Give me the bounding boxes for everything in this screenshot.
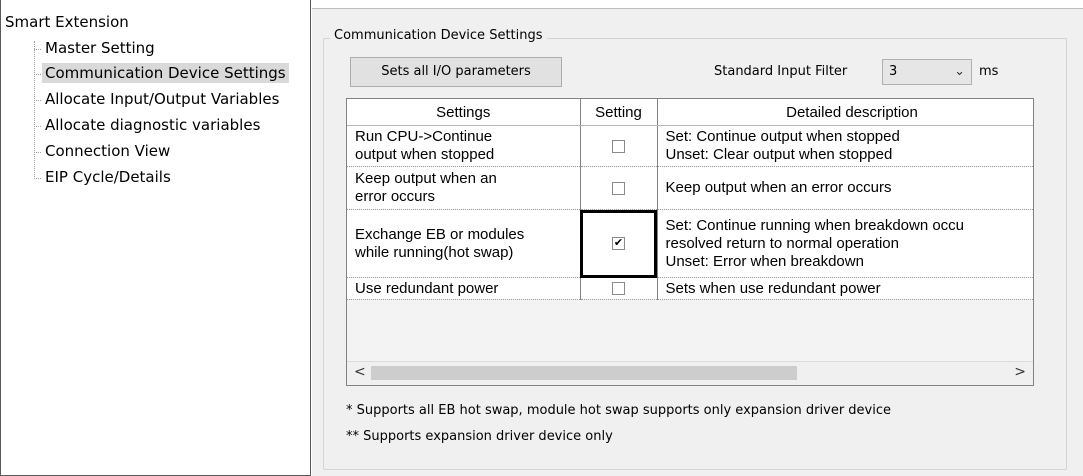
setting-checkbox-cell bbox=[580, 277, 658, 300]
tree-item-label: Allocate Input/Output Variables bbox=[45, 90, 280, 108]
tree-item-label: EIP Cycle/Details bbox=[45, 168, 171, 186]
tree-item-allocate-io-variables[interactable]: Allocate Input/Output Variables bbox=[34, 88, 310, 110]
column-header-detailed-description[interactable]: Detailed description bbox=[657, 99, 1033, 126]
setting-name-cell: Run CPU->Continue output when stopped bbox=[347, 125, 581, 167]
tree-branch-line bbox=[34, 178, 41, 179]
horizontal-scrollbar[interactable]: < > bbox=[347, 361, 1033, 385]
tree-item-eip-cycle-details[interactable]: EIP Cycle/Details bbox=[34, 166, 310, 188]
checkbox-keep-output-on-error[interactable] bbox=[612, 181, 625, 195]
footnote-expansion-driver: ** Supports expansion driver device only bbox=[346, 429, 613, 444]
description-cell: Set: Continue output when stopped Unset: … bbox=[657, 125, 1033, 167]
scroll-left-arrow-icon[interactable]: < bbox=[354, 364, 366, 380]
tree-item-master-setting[interactable]: Master Setting bbox=[34, 37, 310, 59]
tree-branch-line bbox=[34, 74, 41, 75]
tree-item-label: Connection View bbox=[45, 142, 171, 160]
table-row: Run CPU->Continue output when stopped Set… bbox=[347, 125, 1033, 167]
description-line: Sets when use redundant power bbox=[665, 279, 881, 297]
standard-input-filter-label: Standard Input Filter bbox=[714, 64, 848, 79]
setting-name-line: Keep output when an bbox=[355, 170, 497, 187]
footnote-hot-swap: * Supports all EB hot swap, module hot s… bbox=[346, 403, 892, 418]
group-title: Communication Device Settings bbox=[330, 28, 547, 44]
scroll-right-arrow-icon[interactable]: > bbox=[1014, 364, 1026, 380]
column-header-settings[interactable]: Settings bbox=[347, 99, 581, 126]
tree-item-allocate-diagnostic-variables[interactable]: Allocate diagnostic variables bbox=[34, 114, 310, 136]
description-line: Unset: Error when breakdown bbox=[665, 252, 864, 270]
setting-name-cell: Keep output when an error occurs bbox=[347, 166, 581, 210]
description-line: Set: Continue running when breakdown occ… bbox=[665, 216, 965, 234]
tree-item-label: Communication Device Settings bbox=[42, 63, 289, 83]
checkbox-redundant-power[interactable] bbox=[612, 282, 625, 296]
checkbox-hot-swap[interactable]: ✔ bbox=[612, 237, 625, 251]
settings-table: Settings Setting Detailed description Ru… bbox=[347, 99, 1033, 300]
setting-checkbox-cell bbox=[580, 166, 658, 210]
tree-item-label: Master Setting bbox=[45, 39, 155, 57]
tree-item-label: Allocate diagnostic variables bbox=[45, 116, 261, 134]
setting-name-cell: Exchange EB or modules while running(hot … bbox=[347, 209, 581, 278]
table-row: Exchange EB or modules while running(hot … bbox=[347, 209, 1033, 278]
setting-name-line: Use redundant power bbox=[355, 279, 499, 297]
setting-name-line: Run CPU->Continue bbox=[355, 128, 493, 145]
setting-name-line: Exchange EB or modules bbox=[355, 225, 525, 243]
tree-branch-line bbox=[34, 126, 41, 127]
description-cell: Set: Continue running when breakdown occ… bbox=[657, 209, 1033, 278]
chevron-down-icon[interactable]: ⌄ bbox=[954, 63, 965, 81]
description-line: Set: Continue output when stopped bbox=[665, 128, 900, 145]
tree-root-smart-extension[interactable]: Smart Extension bbox=[5, 13, 129, 31]
setting-name-cell: Use redundant power bbox=[347, 277, 581, 300]
column-header-setting[interactable]: Setting bbox=[580, 99, 658, 126]
table-row: Keep output when an error occurs Keep out… bbox=[347, 166, 1033, 210]
filter-unit-label: ms bbox=[979, 64, 999, 79]
scrollbar-thumb[interactable] bbox=[371, 366, 797, 380]
settings-panel: Communication Device Settings Sets all I… bbox=[312, 0, 1083, 476]
tree-branch-line bbox=[34, 49, 41, 50]
setting-name-line: error occurs bbox=[355, 188, 436, 205]
description-line: Keep output when an error occurs bbox=[665, 179, 892, 196]
description-line: resolved return to normal operation bbox=[665, 234, 899, 252]
description-cell: Sets when use redundant power bbox=[657, 277, 1033, 300]
filter-selected-value: 3 bbox=[889, 64, 898, 79]
tree-panel: Smart Extension Master Setting Communica… bbox=[0, 0, 311, 476]
table-row: Use redundant power Sets when use redund… bbox=[347, 277, 1033, 300]
setting-checkbox-cell bbox=[580, 125, 658, 167]
setting-name-line: while running(hot swap) bbox=[355, 243, 514, 261]
tree-item-communication-device-settings[interactable]: Communication Device Settings bbox=[34, 62, 310, 84]
tree-branch-line bbox=[34, 100, 41, 101]
setting-name-line: output when stopped bbox=[355, 146, 495, 163]
standard-input-filter-select[interactable]: 3 ⌄ bbox=[882, 59, 972, 85]
tree-branch-line bbox=[34, 152, 41, 153]
setting-checkbox-cell-focused: ✔ bbox=[580, 209, 658, 278]
settings-grid: Settings Setting Detailed description Ru… bbox=[346, 98, 1034, 386]
checkbox-run-cpu-continue[interactable] bbox=[612, 139, 625, 153]
set-all-io-parameters-button[interactable]: Sets all I/O parameters bbox=[350, 57, 562, 87]
description-cell: Keep output when an error occurs bbox=[657, 166, 1033, 210]
description-line: Unset: Clear output when stopped bbox=[665, 146, 893, 163]
panel-top-strip bbox=[312, 0, 1083, 9]
table-header-row: Settings Setting Detailed description bbox=[347, 99, 1033, 126]
tree-item-connection-view[interactable]: Connection View bbox=[34, 140, 310, 162]
